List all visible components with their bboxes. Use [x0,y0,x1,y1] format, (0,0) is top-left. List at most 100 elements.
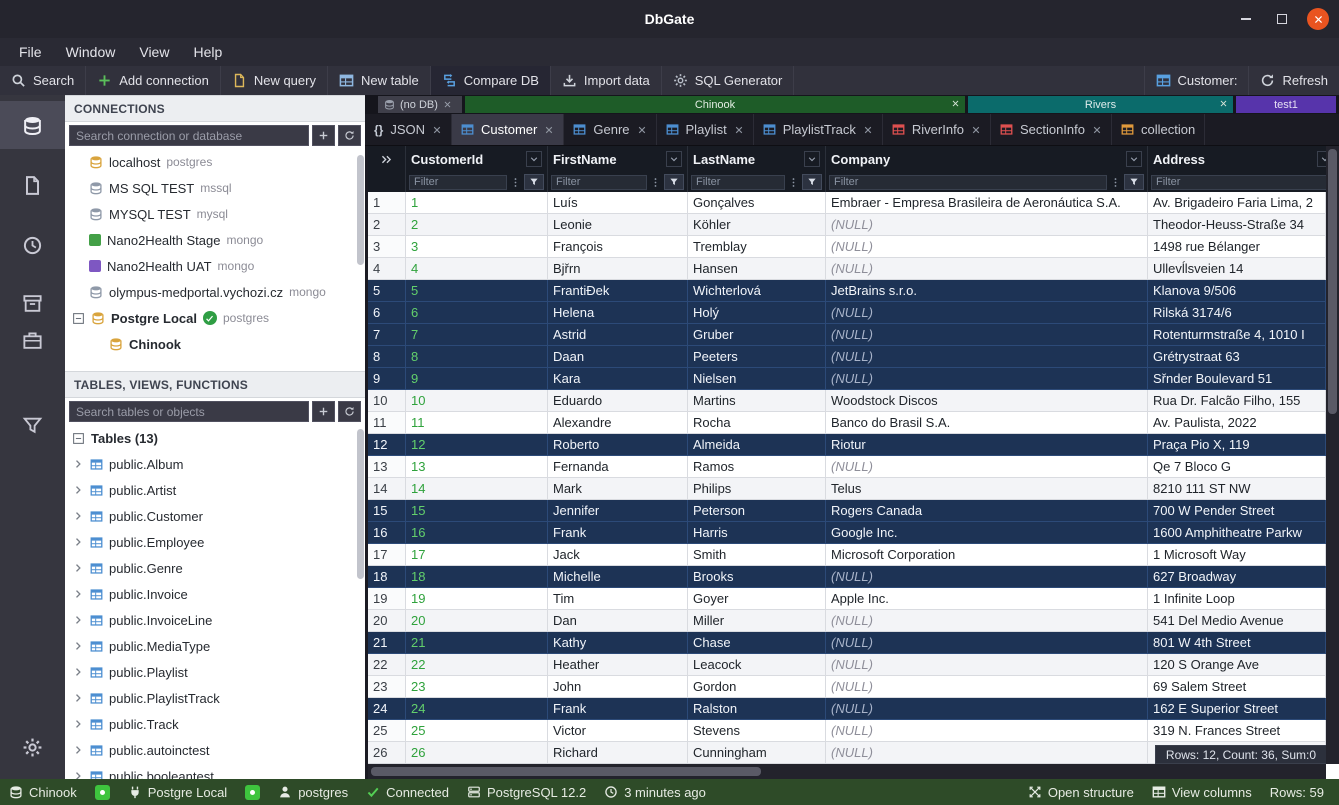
grid-cell[interactable]: 17 [406,544,548,566]
table-public-invoice[interactable]: public.Invoice [65,581,365,607]
grid-cell[interactable]: Astrid [548,324,688,346]
grid-cell[interactable]: 15 [406,500,548,522]
grid-cell[interactable]: Köhler [688,214,826,236]
grid-cell[interactable]: (NULL) [826,324,1148,346]
tab-close-icon[interactable] [863,125,873,135]
tab-riverinfo[interactable]: RiverInfo [883,114,991,145]
grid-cell[interactable]: Cunningham [688,742,826,764]
rail-item-connections[interactable] [0,101,65,149]
grid-cell[interactable]: Wichterlová [688,280,826,302]
grid-cell[interactable]: Gruber [688,324,826,346]
connection-nano2health-stage[interactable]: Nano2Health Stagemongo [65,227,365,253]
grid-cell[interactable]: Leacock [688,654,826,676]
grid-cell[interactable]: 1 Microsoft Way [1148,544,1326,566]
filter-funnel-button[interactable] [664,174,684,190]
row-number-cell[interactable]: 20 [368,610,406,632]
row-number-cell[interactable]: 5 [368,280,406,302]
tab-group-close-icon[interactable] [951,99,960,108]
minimize-button[interactable] [1235,8,1257,30]
expand-chevron-icon[interactable] [72,510,84,522]
row-number-cell[interactable]: 21 [368,632,406,654]
column-menu-button[interactable] [526,151,542,167]
table-public-customer[interactable]: public.Customer [65,503,365,529]
rail-item-history[interactable] [0,221,65,269]
tab-collection[interactable]: collection [1112,114,1205,145]
toolbar-new-query-button[interactable]: New query [221,66,328,95]
grid-cell[interactable]: Victor [548,720,688,742]
grid-cell[interactable]: Peterson [688,500,826,522]
row-number-cell[interactable]: 2 [368,214,406,236]
expand-chevron-icon[interactable] [72,614,84,626]
grid-cell[interactable]: Rogers Canada [826,500,1148,522]
grid-cell[interactable]: Woodstock Discos [826,390,1148,412]
column-header-address[interactable]: Address [1148,146,1339,172]
toolbar-customer-button[interactable]: Customer: [1144,66,1249,95]
grid-cell[interactable]: Mark [548,478,688,500]
grid-cell[interactable]: Stevens [688,720,826,742]
grid-cell[interactable]: 24 [406,698,548,720]
expand-chevron-icon[interactable] [72,718,84,730]
tab-genre[interactable]: Genre [564,114,656,145]
row-number-cell[interactable]: 19 [368,588,406,610]
grid-cell[interactable]: 22 [406,654,548,676]
grid-cell[interactable]: Holý [688,302,826,324]
filter-input-firstname[interactable] [551,175,647,190]
grid-cell[interactable]: Ramos [688,456,826,478]
column-menu-button[interactable] [1126,151,1142,167]
grid-cell[interactable]: Chase [688,632,826,654]
filter-input-address[interactable] [1151,175,1335,190]
grid-cell[interactable]: (NULL) [826,632,1148,654]
toolbar-sql-generator-button[interactable]: SQL Generator [662,66,795,95]
row-number-cell[interactable]: 15 [368,500,406,522]
row-number-cell[interactable]: 1 [368,192,406,214]
grid-cell[interactable]: Apple Inc. [826,588,1148,610]
grid-cell[interactable]: 319 N. Frances Street [1148,720,1326,742]
grid-cell[interactable]: 69 Salem Street [1148,676,1326,698]
grid-cell[interactable]: Ralston [688,698,826,720]
grid-cell[interactable]: Almeida [688,434,826,456]
tab-customer[interactable]: Customer [452,114,564,145]
row-number-cell[interactable]: 22 [368,654,406,676]
status-view-columns[interactable]: View columns [1143,779,1261,805]
connections-search-input[interactable] [69,125,309,146]
grid-cell[interactable]: Sřnder Boulevard 51 [1148,368,1326,390]
grid-cell[interactable]: (NULL) [826,368,1148,390]
tab-sectioninfo[interactable]: SectionInfo [991,114,1112,145]
table-public-track[interactable]: public.Track [65,711,365,737]
grid-cell[interactable]: 6 [406,302,548,324]
row-number-cell[interactable]: 13 [368,456,406,478]
grid-cell[interactable]: (NULL) [826,456,1148,478]
grid-cell[interactable]: (NULL) [826,302,1148,324]
expand-chevron-icon[interactable] [72,536,84,548]
grid-cell[interactable]: (NULL) [826,720,1148,742]
grid-cell[interactable]: 8 [406,346,548,368]
grid-cell[interactable]: Qe 7 Bloco G [1148,456,1326,478]
scrollbar-thumb[interactable] [371,767,761,776]
tab-group-test1[interactable]: test1 [1236,96,1336,113]
grid-cell[interactable]: (NULL) [826,214,1148,236]
filter-input-lastname[interactable] [691,175,785,190]
toolbar-refresh-button[interactable]: Refresh [1248,66,1339,95]
row-number-cell[interactable]: 12 [368,434,406,456]
grid-cell[interactable]: 162 E Superior Street [1148,698,1326,720]
column-header-lastname[interactable]: LastName [688,146,826,172]
tables-scrollbar[interactable] [357,429,364,579]
grid-cell[interactable]: Harris [688,522,826,544]
grid-cell[interactable]: Embraer - Empresa Brasileira de Aeronáut… [826,192,1148,214]
grid-cell[interactable]: Kathy [548,632,688,654]
grid-cell[interactable]: Gonçalves [688,192,826,214]
grid-cell[interactable]: 19 [406,588,548,610]
grid-cell[interactable]: Nielsen [688,368,826,390]
rail-item-applications[interactable] [0,316,65,364]
grid-cell[interactable]: 25 [406,720,548,742]
expand-chevron-icon[interactable] [72,588,84,600]
grid-cell[interactable]: Microsoft Corporation [826,544,1148,566]
grid-cell[interactable]: Peeters [688,346,826,368]
grid-cell[interactable]: 627 Broadway [1148,566,1326,588]
scrollbar-thumb[interactable] [1328,149,1337,414]
grid-cell[interactable]: Michelle [548,566,688,588]
grid-cell[interactable]: 8210 111 ST NW [1148,478,1326,500]
grid-cell[interactable]: 5 [406,280,548,302]
grid-cell[interactable]: 23 [406,676,548,698]
expand-chevron-icon[interactable] [72,666,84,678]
